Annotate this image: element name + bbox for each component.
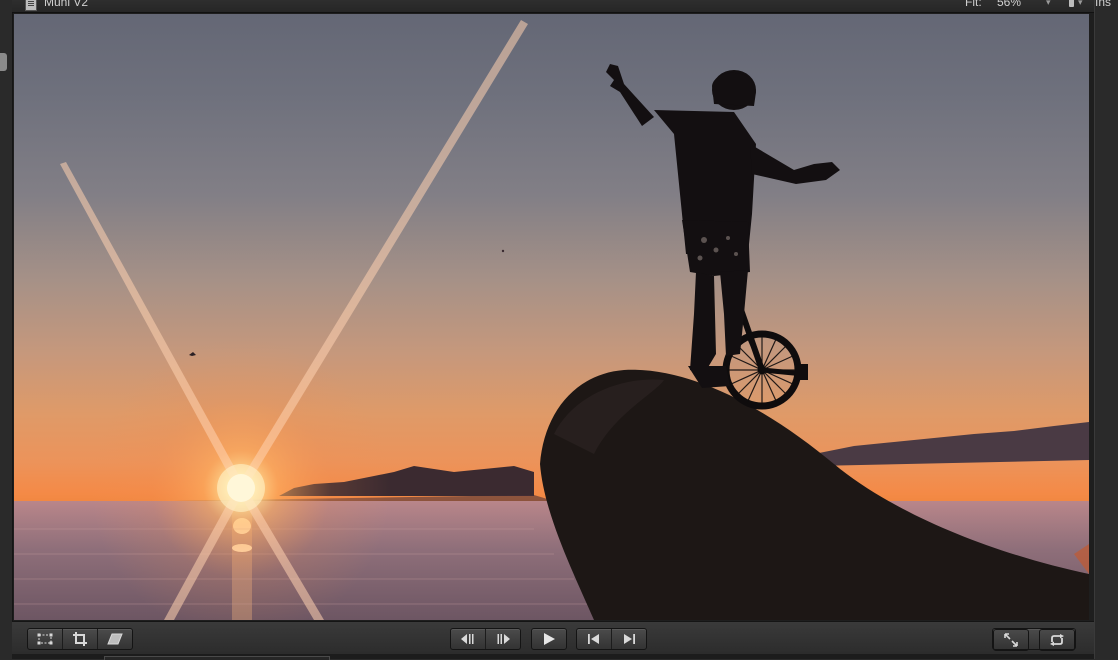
transform-button[interactable] (28, 629, 63, 649)
fit-label: Fit: (965, 0, 982, 9)
play-icon (544, 633, 555, 645)
go-to-end-icon (624, 634, 635, 644)
inspector-tab[interactable]: Ins (1095, 0, 1111, 9)
frame-step-group (450, 628, 521, 650)
view-options-chevron-icon[interactable]: ▾ (1078, 0, 1083, 8)
previous-frame-button[interactable] (451, 629, 486, 649)
viewer-window: Muni V2 Fit: 56% ▾ ▾ (0, 0, 1095, 660)
panel-resize-handle[interactable] (0, 53, 7, 71)
video-frame-image (14, 20, 1089, 620)
clip-title: Muni V2 (44, 0, 89, 9)
jump-group (576, 628, 647, 650)
rider-silhouette (606, 64, 840, 388)
loop-button[interactable] (1039, 629, 1075, 651)
fullscreen-button[interactable] (993, 629, 1029, 651)
timeline-tab-edge[interactable] (104, 656, 330, 660)
play-group (531, 628, 567, 650)
film-clip-icon (25, 0, 37, 11)
crop-icon (73, 632, 87, 646)
go-to-start-button[interactable] (577, 629, 612, 649)
crop-button[interactable] (63, 629, 98, 649)
loop-icon (1050, 634, 1064, 646)
next-frame-icon (497, 634, 510, 644)
onscreen-controls-group (27, 628, 133, 650)
viewer-title-bar: Muni V2 Fit: 56% ▾ ▾ (12, 0, 1094, 13)
viewer-control-bar (12, 621, 1094, 654)
zoom-level-popup[interactable]: 56% (997, 0, 1021, 9)
go-to-end-button[interactable] (612, 629, 646, 649)
previous-frame-icon (461, 634, 474, 644)
viewer-options-group (992, 628, 1076, 651)
zoom-chevron-icon[interactable]: ▾ (1046, 0, 1051, 8)
inspector-panel: Ins (1095, 0, 1118, 659)
distort-button[interactable] (98, 629, 132, 649)
video-canvas[interactable] (14, 14, 1089, 620)
fullscreen-icon (1004, 633, 1018, 647)
left-panel-gutter (0, 0, 13, 659)
go-to-start-icon (588, 634, 599, 644)
transform-icon (37, 633, 53, 645)
distort-icon (107, 633, 123, 645)
play-button[interactable] (532, 629, 566, 649)
view-options-icon[interactable] (1069, 0, 1074, 7)
next-frame-button[interactable] (486, 629, 520, 649)
